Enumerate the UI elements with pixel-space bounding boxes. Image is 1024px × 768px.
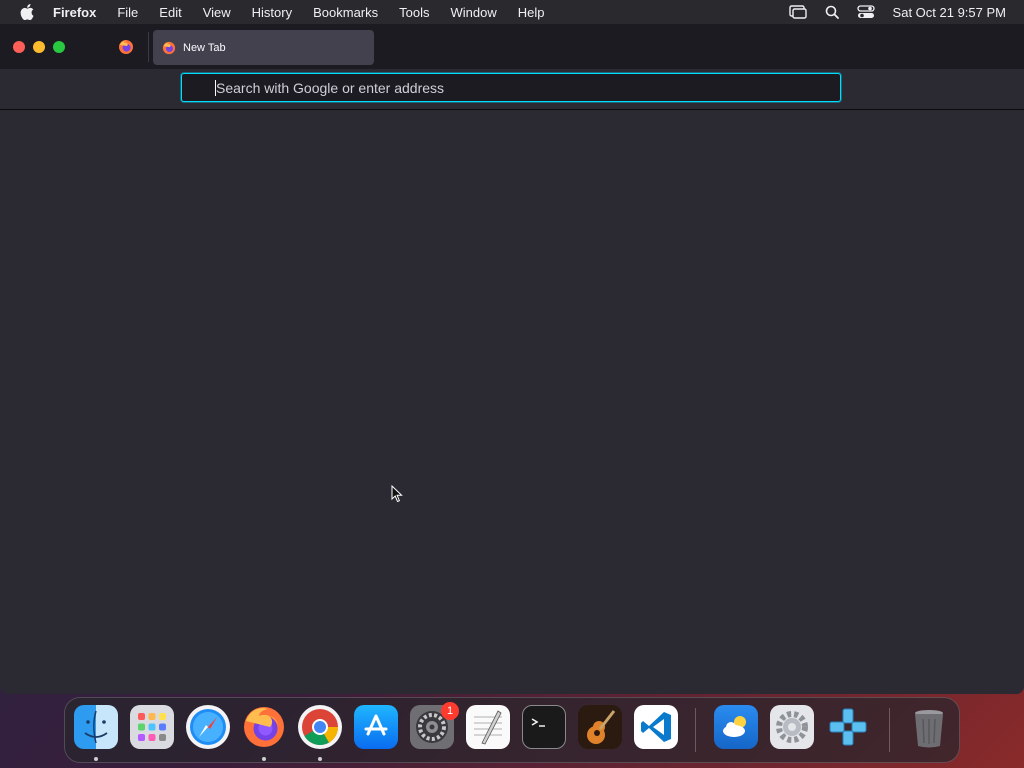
tab-strip: New Tab [0, 24, 1024, 69]
dock-launchpad[interactable] [130, 705, 174, 749]
menu-bookmarks[interactable]: Bookmarks [313, 5, 378, 20]
menu-clock[interactable]: Sat Oct 21 9:57 PM [893, 5, 1006, 20]
address-input[interactable] [216, 79, 816, 96]
firefox-icon [162, 41, 176, 55]
vscode-icon [634, 705, 678, 749]
firefox-icon [242, 705, 286, 749]
dock-chrome[interactable] [298, 705, 342, 749]
dock-ppsspp[interactable] [826, 705, 870, 749]
dock-finder[interactable] [74, 705, 118, 749]
ppsspp-icon [826, 705, 870, 749]
menu-edit[interactable]: Edit [159, 5, 181, 20]
tab-title: New Tab [183, 41, 226, 54]
settings-gear-icon [770, 705, 814, 749]
dock-textedit[interactable] [466, 705, 510, 749]
weather-icon [714, 705, 758, 749]
dock-vscode[interactable] [634, 705, 678, 749]
chrome-icon [298, 705, 342, 749]
safari-icon [186, 705, 230, 749]
minimize-window-button[interactable] [33, 41, 45, 53]
dock-firefox[interactable] [242, 705, 286, 749]
running-indicator [94, 757, 98, 761]
menu-app-name[interactable]: Firefox [53, 5, 96, 20]
running-indicator [262, 757, 266, 761]
control-center-icon[interactable] [856, 5, 875, 19]
dock: 1 [64, 697, 960, 763]
notification-badge: 1 [441, 702, 459, 720]
textedit-icon [466, 705, 510, 749]
tab-new-tab[interactable]: New Tab [153, 30, 374, 65]
dock-garageband[interactable] [578, 705, 622, 749]
dock-separator [889, 708, 890, 752]
dock-app-store[interactable] [354, 705, 398, 749]
navigation-toolbar [0, 69, 1024, 110]
dock-separator [695, 708, 696, 752]
garageband-icon [578, 705, 622, 749]
dock-terminal[interactable] [522, 705, 566, 749]
address-bar[interactable] [181, 73, 841, 102]
spotlight-search-icon[interactable] [825, 5, 839, 19]
close-window-button[interactable] [13, 41, 25, 53]
mouse-pointer-icon [391, 484, 403, 503]
terminal-icon [522, 705, 566, 749]
page-content-area[interactable] [0, 110, 1024, 694]
trash-icon [907, 705, 951, 749]
firefox-view-icon[interactable] [118, 39, 134, 55]
finder-icon [74, 705, 118, 749]
menu-history[interactable]: History [252, 5, 292, 20]
menu-bar: Firefox File Edit View History Bookmarks… [0, 0, 1024, 24]
dock-settings[interactable] [770, 705, 814, 749]
zoom-window-button[interactable] [53, 41, 65, 53]
tab-divider [148, 32, 149, 62]
dock-trash[interactable] [907, 705, 951, 749]
dock-weather[interactable] [714, 705, 758, 749]
menu-help[interactable]: Help [518, 5, 545, 20]
launchpad-icon [130, 705, 174, 749]
menu-tools[interactable]: Tools [399, 5, 429, 20]
menu-file[interactable]: File [117, 5, 138, 20]
dock-safari[interactable] [186, 705, 230, 749]
running-indicator [318, 757, 322, 761]
dock-system-preferences[interactable]: 1 [410, 702, 459, 749]
screen-mirroring-icon[interactable] [788, 5, 807, 19]
menu-window[interactable]: Window [451, 5, 497, 20]
apple-icon[interactable] [19, 4, 35, 20]
menu-view[interactable]: View [203, 5, 231, 20]
app-store-icon [354, 705, 398, 749]
browser-window: New Tab [0, 24, 1024, 694]
